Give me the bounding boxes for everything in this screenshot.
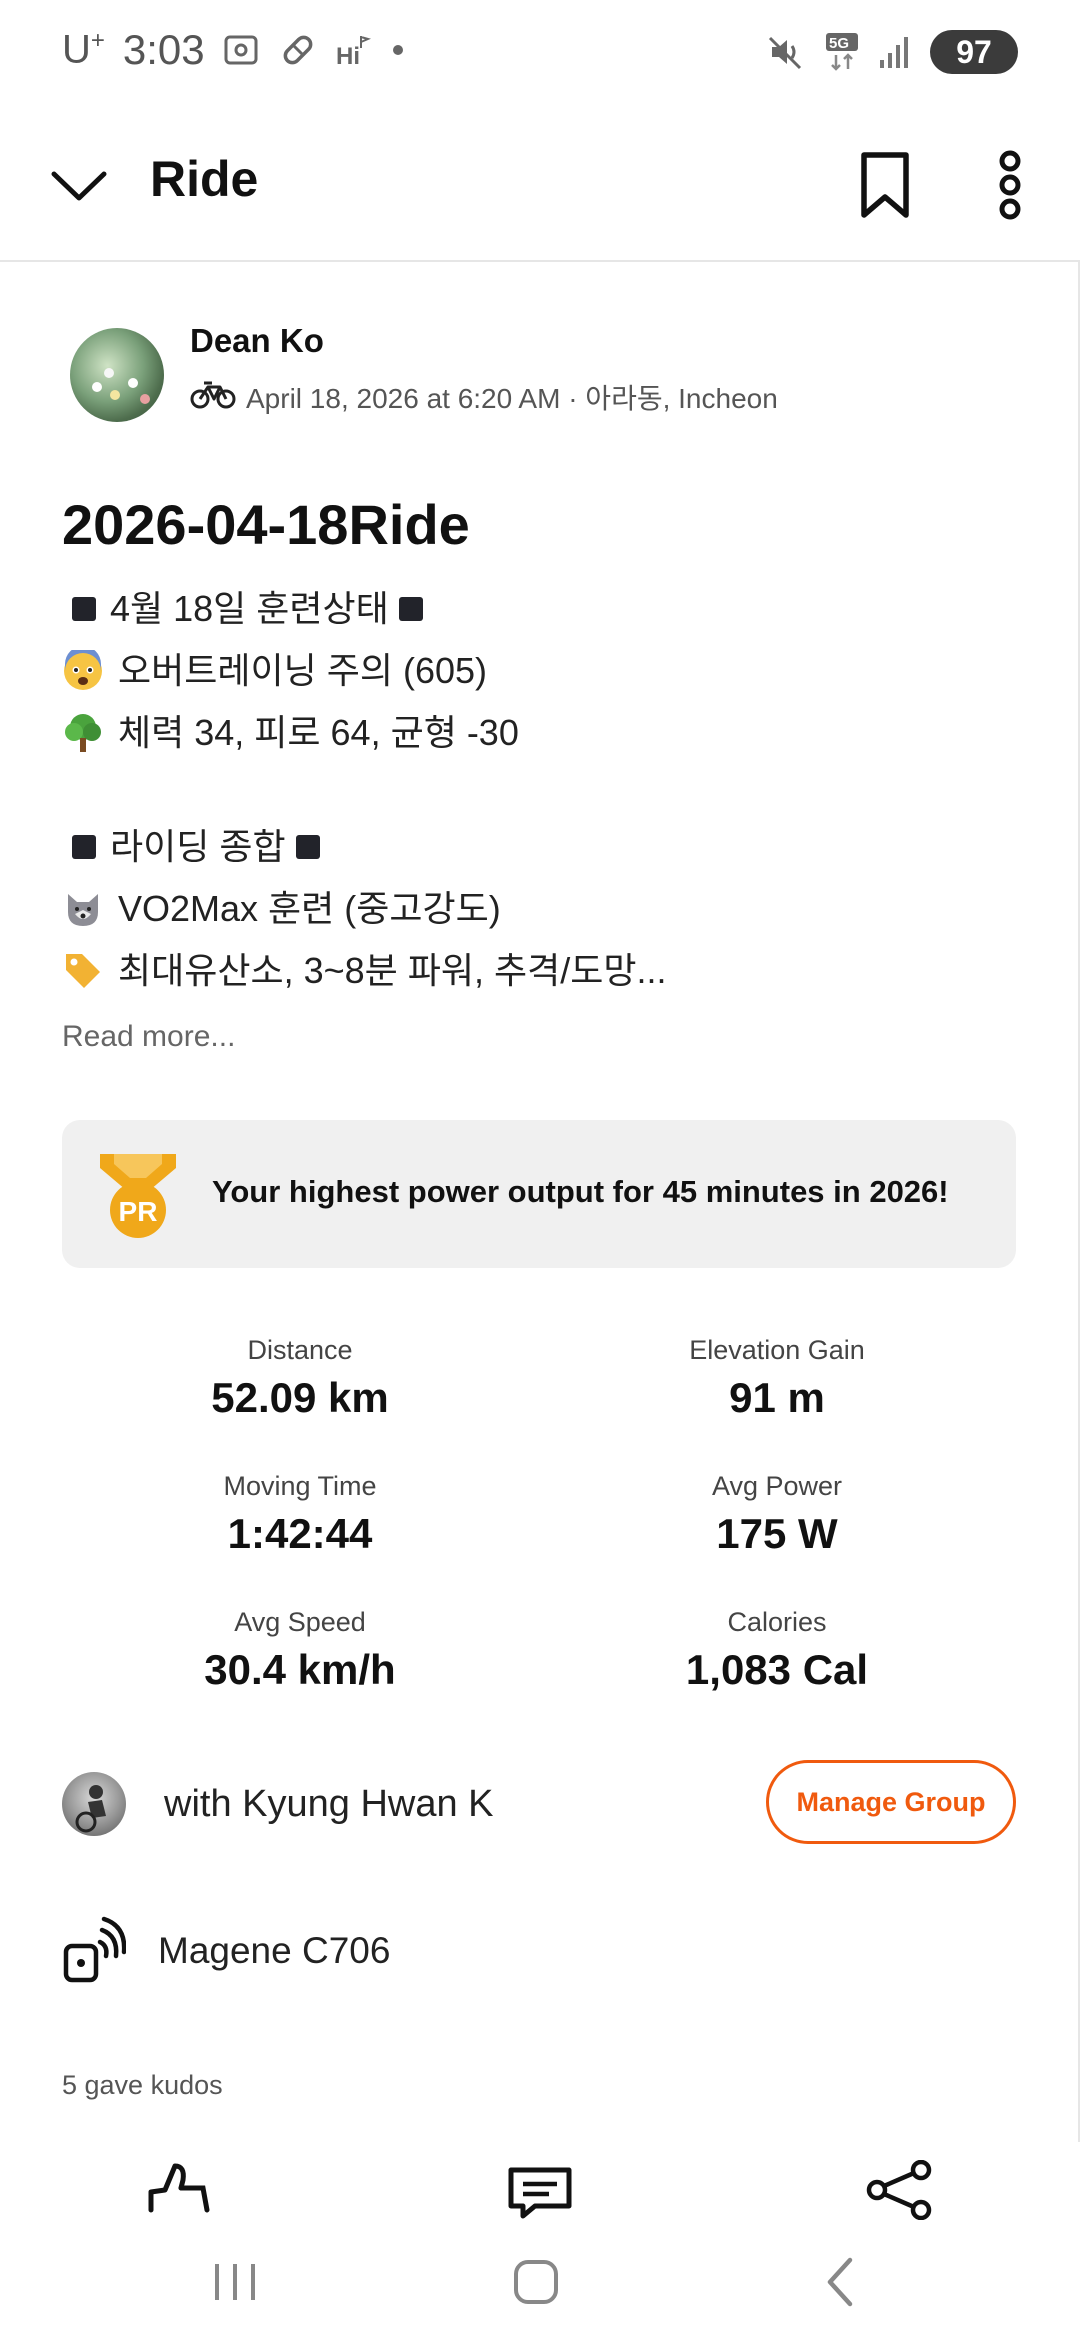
description-line: VO2Max 훈련 (중고강도) <box>62 878 1022 940</box>
status-bar: U+ 3:03 Hi 5G 97 <box>0 0 1080 110</box>
black-square-icon <box>72 835 96 859</box>
svg-text:Hi: Hi <box>336 43 360 68</box>
activity-description: 4월 18일 훈련상태 오버트레이닝 주의 (605) 체력 34, 피로 64… <box>62 578 1022 1002</box>
stat-distance: Distance 52.09 km <box>120 1335 480 1422</box>
home-icon[interactable] <box>496 2252 576 2312</box>
stat-label: Calories <box>727 1607 827 1637</box>
athlete-avatar[interactable] <box>70 328 164 422</box>
comment-icon[interactable] <box>505 2160 575 2220</box>
stat-value: 52.09 km <box>211 1374 389 1421</box>
achievement-text: Your highest power output for 45 minutes… <box>212 1174 949 1209</box>
black-square-icon <box>72 597 96 621</box>
dot-icon <box>391 43 405 57</box>
more-options-icon[interactable] <box>990 145 1030 225</box>
battery-indicator: 97 <box>930 30 1018 74</box>
label-tag-icon <box>66 954 100 988</box>
description-line: 최대유산소, 3~8분 파워, 추격/도망... <box>62 940 1022 1002</box>
svg-text:5G: 5G <box>829 35 849 52</box>
stat-value: 175 W <box>716 1510 838 1557</box>
stat-avg-speed: Avg Speed 30.4 km/h <box>120 1607 480 1694</box>
activity-detail-screen: U+ 3:03 Hi 5G 97 Ride Dean Ko April 18, … <box>0 0 1080 2340</box>
athlete-name[interactable]: Dean Ko <box>190 322 324 360</box>
bookmark-icon[interactable] <box>850 145 920 225</box>
activity-date-location: April 18, 2026 at 6:20 AM · 아라동, Incheon <box>246 383 778 414</box>
stat-label: Avg Speed <box>234 1607 366 1637</box>
description-line: 4월 18일 훈련상태 <box>62 578 1022 640</box>
pill-icon <box>279 31 317 69</box>
stat-label: Moving Time <box>223 1471 377 1501</box>
hi-notification-icon: Hi <box>335 32 373 68</box>
stat-moving-time: Moving Time 1:42:44 <box>120 1471 480 1558</box>
collapse-chevron-down-icon[interactable] <box>44 150 114 220</box>
mute-icon <box>766 32 806 72</box>
description-line: 오버트레이닝 주의 (605) <box>62 640 1022 702</box>
stat-calories: Calories 1,083 Cal <box>597 1607 957 1694</box>
achievement-card[interactable]: PR Your highest power output for 45 minu… <box>62 1120 1016 1268</box>
system-navigation-bar <box>0 2230 1080 2340</box>
carrier-label: U+ <box>62 27 105 72</box>
signal-icon <box>878 34 912 70</box>
bike-icon <box>190 379 236 416</box>
status-bar-left: U+ 3:03 Hi <box>62 26 405 74</box>
activity-title: 2026-04-18Ride <box>62 493 470 556</box>
top-app-bar: Ride <box>0 110 1080 262</box>
activity-meta: April 18, 2026 at 6:20 AM · 아라동, Incheon <box>190 377 778 417</box>
back-icon[interactable] <box>800 2252 880 2312</box>
stat-value: 1:42:44 <box>227 1510 373 1557</box>
wolf-face-icon <box>68 894 98 926</box>
group-members-text[interactable]: with Kyung Hwan K <box>164 1783 494 1826</box>
stat-value: 91 m <box>729 1374 825 1421</box>
description-line: 라이딩 종합 <box>62 816 1022 878</box>
tree-icon <box>65 714 101 752</box>
status-bar-right: 5G 97 <box>766 30 1018 74</box>
stat-label: Distance <box>247 1335 353 1365</box>
read-more-link[interactable]: Read more... <box>62 1020 235 1054</box>
page-title: Ride <box>150 151 259 207</box>
clock: 3:03 <box>122 26 205 73</box>
device-name: Magene C706 <box>158 1930 391 1971</box>
pr-medal-icon: PR <box>100 1154 176 1238</box>
stat-value: 1,083 Cal <box>685 1646 869 1693</box>
stat-value: 30.4 km/h <box>204 1646 396 1693</box>
black-square-icon <box>398 597 423 621</box>
manage-group-button[interactable]: Manage Group <box>766 1760 1016 1844</box>
screenshot-icon <box>223 32 261 68</box>
share-icon[interactable] <box>865 2160 935 2220</box>
stat-elevation-gain: Elevation Gain 91 m <box>597 1335 957 1422</box>
stat-label: Avg Power <box>711 1471 843 1501</box>
network-5g-icon: 5G <box>824 31 860 73</box>
kudos-count[interactable]: 5 gave kudos <box>62 2070 223 2101</box>
fearful-face-icon <box>64 650 102 690</box>
recent-apps-icon[interactable] <box>195 2252 275 2312</box>
kudos-thumbs-up-icon[interactable] <box>145 2160 215 2220</box>
description-line: 체력 34, 피로 64, 균형 -30 <box>62 702 1022 764</box>
group-member-avatar[interactable] <box>62 1772 126 1836</box>
device-sensor-icon <box>63 1916 126 1983</box>
svg-text:PR: PR <box>119 1196 158 1227</box>
black-square-icon <box>295 835 320 859</box>
stat-label: Elevation Gain <box>689 1335 865 1365</box>
stat-avg-power: Avg Power 175 W <box>597 1471 957 1558</box>
